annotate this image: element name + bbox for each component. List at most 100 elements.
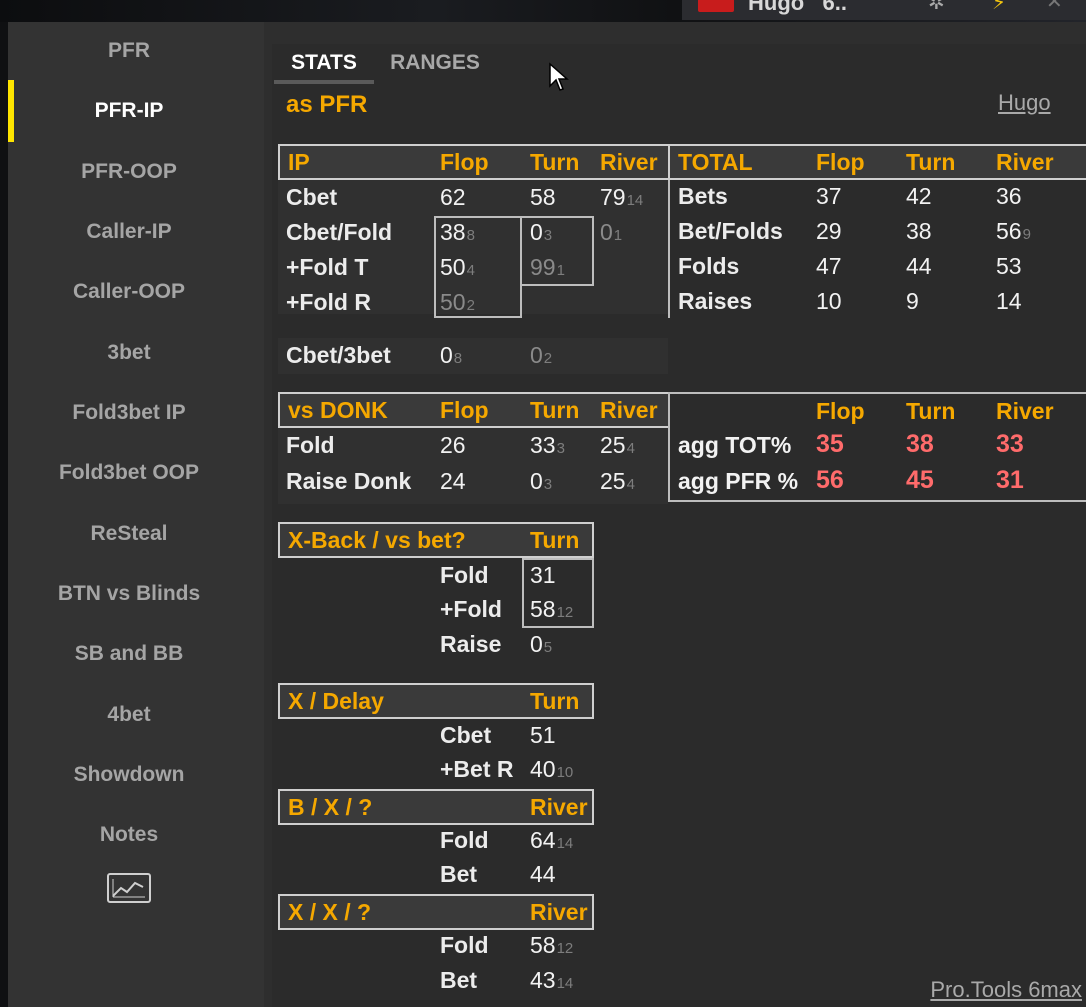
value: 62: [440, 184, 466, 210]
tab-ranges[interactable]: RANGES: [384, 44, 486, 84]
value: 58: [530, 184, 556, 210]
xback-header-turn: Turn: [530, 527, 580, 553]
titlebar-player: Hugo 6..: [748, 0, 847, 16]
sample-count: 4: [626, 440, 635, 457]
total-bets-turn: 42: [906, 183, 932, 209]
xx-bet: 4314: [530, 963, 573, 1001]
sidebar-item-3bet[interactable]: 3bet: [8, 333, 250, 373]
sidebar-item-resteal[interactable]: ReSteal: [8, 514, 250, 554]
tab-bar: STATS RANGES: [272, 44, 1086, 84]
total-folds-flop: 47: [816, 253, 842, 279]
xdelay-cbet: 51: [530, 722, 556, 748]
agg-tot-river: 33: [996, 430, 1024, 458]
sidebar-item-notes[interactable]: Notes: [8, 815, 250, 855]
titlebar-player-name: Hugo: [748, 0, 805, 15]
total-raises-river: 14: [996, 288, 1022, 314]
xback-row-label: Raise: [440, 631, 502, 657]
sidebar: PFR PFR-IP PFR-OOP Caller-IP Caller-OOP …: [8, 22, 264, 1007]
ip-row-label: Cbet: [286, 184, 338, 210]
gear-icon[interactable]: ✲: [928, 0, 945, 15]
value: 43: [530, 967, 556, 993]
sidebar-item-pfr-ip[interactable]: PFR-IP: [8, 91, 250, 131]
total-betfolds-flop: 29: [816, 218, 842, 244]
donk-header-flop: Flop: [440, 397, 489, 423]
xx-row-label: Bet: [440, 967, 478, 993]
sample-count: 3: [543, 476, 553, 493]
value: 40: [530, 756, 556, 782]
agg-header-turn: Turn: [906, 398, 956, 424]
agg-pfr-turn: 45: [906, 466, 934, 494]
sidebar-item-sb-and-bb[interactable]: SB and BB: [8, 634, 250, 674]
bx-bet: 44: [530, 861, 556, 887]
sample-count: 14: [626, 192, 644, 209]
total-betfolds-river: 569: [996, 214, 1031, 252]
bx-header-river: River: [530, 794, 588, 820]
total-raises-flop: 10: [816, 288, 842, 314]
total-bets-flop: 37: [816, 183, 842, 209]
titlebar-stack: 6..: [822, 0, 848, 15]
sidebar-item-fold3bet-oop[interactable]: Fold3bet OOP: [8, 453, 250, 493]
xback-header-label: X-Back / vs bet?: [288, 527, 466, 553]
sidebar-item-btn-vs-blinds[interactable]: BTN vs Blinds: [8, 574, 250, 614]
sample-count: 2: [543, 350, 553, 367]
sidebar-item-4bet[interactable]: 4bet: [8, 695, 250, 735]
sample-count: 14: [556, 975, 574, 992]
agg-row-label: agg PFR %: [678, 468, 799, 494]
hud-titlebar: Hugo 6.. ✲ ⚡ ✕: [682, 0, 1086, 20]
close-icon[interactable]: ✕: [1046, 0, 1063, 14]
ip-row-label: +Fold R: [286, 289, 371, 315]
mouse-cursor-icon: [549, 62, 569, 91]
donk-fold-river: 254: [600, 428, 635, 466]
lightning-icon[interactable]: ⚡: [992, 0, 1006, 15]
value: 0: [530, 468, 543, 494]
bx-header: B / X / ? River: [278, 789, 594, 825]
tab-stats[interactable]: STATS: [274, 44, 374, 84]
line-chart-icon[interactable]: [107, 873, 151, 903]
total-betfolds-turn: 38: [906, 218, 932, 244]
bx-row-label: Bet: [440, 861, 478, 887]
ip-row-label: +Fold T: [286, 254, 369, 280]
sidebar-item-pfr[interactable]: PFR: [8, 31, 250, 71]
sidebar-item-caller-oop[interactable]: Caller-OOP: [8, 272, 250, 312]
xdelay-betr: 4010: [530, 752, 573, 790]
player-badge: [698, 0, 734, 12]
total-bets-river: 36: [996, 183, 1022, 209]
donk-raise-river: 254: [600, 464, 635, 502]
xx-header-label: X / X / ?: [288, 899, 372, 925]
ip-cbet-flop: 62: [440, 180, 466, 214]
sidebar-item-pfr-oop[interactable]: PFR-OOP: [8, 152, 250, 192]
value: 0: [530, 631, 543, 657]
value: 0: [440, 342, 453, 368]
bx-row-label: Fold: [440, 827, 489, 853]
xx-header-river: River: [530, 899, 588, 925]
xx-header: X / X / ? River: [278, 894, 594, 930]
donk-raise-turn: 03: [530, 464, 552, 502]
total-row-label: Raises: [678, 288, 753, 314]
sample-count: 4: [626, 476, 635, 493]
sidebar-item-caller-ip[interactable]: Caller-IP: [8, 212, 250, 252]
xx-row-label: Fold: [440, 932, 489, 958]
xdelay-row-label: +Bet R: [440, 756, 514, 782]
xdelay-header-turn: Turn: [530, 688, 580, 714]
value: 58: [530, 932, 556, 958]
donk-header-label: vs DONK: [288, 397, 388, 423]
total-row-label: Bet/Folds: [678, 218, 783, 244]
total-row-label: Bets: [678, 183, 728, 209]
main-panel: STATS RANGES as PFR Hugo IP Flop Turn Ri…: [272, 44, 1086, 1007]
player-link[interactable]: Hugo: [998, 90, 1051, 116]
total-header-turn: Turn: [906, 149, 956, 175]
hud-window: PFR PFR-IP PFR-OOP Caller-IP Caller-OOP …: [8, 22, 1086, 1007]
total-header-river: River: [996, 149, 1054, 175]
cbet3bet-flop: 08: [440, 338, 462, 376]
value: 25: [600, 468, 626, 494]
donk-fold-flop: 26: [440, 432, 466, 458]
sidebar-item-showdown[interactable]: Showdown: [8, 755, 250, 795]
ip-header-flop: Flop: [440, 149, 489, 175]
turn-fold-bracket: [520, 216, 594, 286]
footer-link[interactable]: Pro.Tools 6max: [930, 977, 1082, 1003]
ip-row-label: Cbet/Fold: [286, 219, 393, 245]
sidebar-item-fold3bet-ip[interactable]: Fold3bet IP: [8, 393, 250, 433]
donk-header-river: River: [600, 397, 658, 423]
sample-count: 5: [543, 639, 553, 656]
xback-row-label: Fold: [440, 562, 489, 588]
